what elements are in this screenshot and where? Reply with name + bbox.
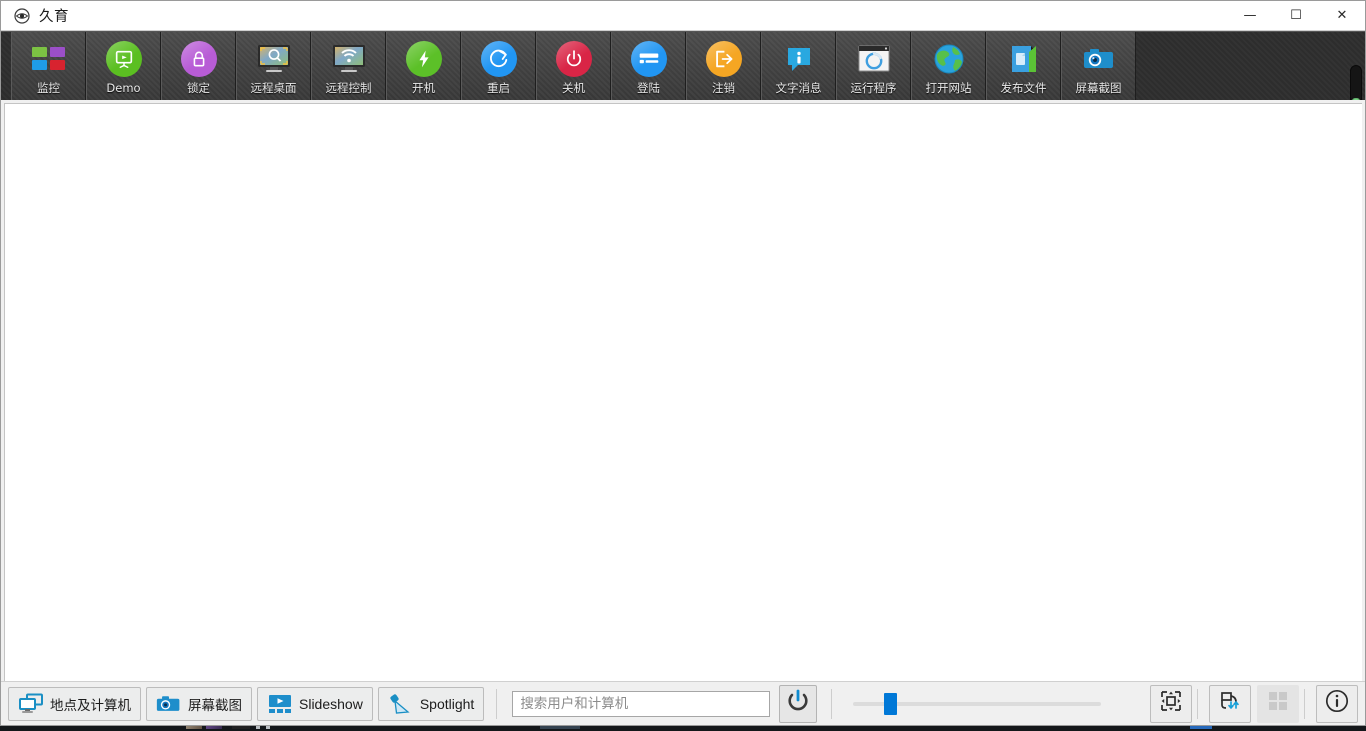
thumbnail-size-slider[interactable]	[853, 691, 1102, 717]
toolbar-item-text-message[interactable]: 文字消息	[761, 32, 836, 100]
mode-button-label: Spotlight	[419, 695, 475, 712]
toolbar-item-label: 关机	[562, 81, 585, 95]
search-group	[512, 684, 818, 723]
eye-icon	[14, 7, 30, 24]
thumbnail-size-slider-group	[853, 691, 1102, 717]
spotlight-icon	[388, 693, 414, 715]
toolbar-item-restart[interactable]: 重启	[461, 32, 536, 100]
power-icon	[785, 688, 811, 719]
search-input[interactable]	[512, 690, 771, 717]
mode-button-locations-computers[interactable]: 地点及计算机	[8, 686, 141, 721]
logout-arrow-icon	[704, 39, 744, 79]
divider	[1304, 688, 1305, 719]
toolbar-item-demo[interactable]: Demo	[86, 32, 161, 100]
grid-layout-icon	[1266, 689, 1290, 718]
sort-order-button[interactable]	[1209, 684, 1251, 723]
toolbar-item-remote-control[interactable]: 远程控制	[311, 32, 386, 100]
sort-arrows-icon	[1218, 689, 1242, 718]
toolbar-item-label: 发布文件	[1000, 81, 1047, 95]
toolbar-item-power-on[interactable]: 开机	[386, 32, 461, 100]
toolbar-item-label: 登陆	[637, 81, 660, 95]
toolbar-item-screen-capture[interactable]: 屏幕截图	[1061, 32, 1136, 100]
toolbar-item-shutdown[interactable]: 关机	[536, 32, 611, 100]
toolbar-item-label: 屏幕截图	[1075, 81, 1122, 95]
title-bar: 久育 — ☐ ✕	[1, 1, 1365, 31]
lock-icon	[179, 39, 219, 79]
screen-capture-icon	[1079, 39, 1119, 79]
mode-button-label: Slideshow	[299, 695, 363, 712]
toolbar-item-open-website[interactable]: 打开网站	[911, 32, 986, 100]
slideshow-icon	[267, 693, 293, 715]
info-icon	[1324, 688, 1350, 719]
divider	[496, 688, 498, 719]
close-button[interactable]: ✕	[1319, 1, 1365, 31]
grid-layout-button[interactable]	[1257, 684, 1299, 723]
slider-thumb[interactable]	[884, 692, 898, 715]
monitor-wifi-icon	[329, 39, 369, 79]
divider	[831, 688, 833, 719]
toolbar-item-label: 文字消息	[775, 81, 822, 95]
scrollbar-track[interactable]	[1350, 65, 1362, 100]
window-controls: — ☐ ✕	[1227, 1, 1365, 31]
power-bolt-icon	[404, 39, 444, 79]
toolbar-item-label: 监控	[37, 81, 60, 95]
info-button[interactable]	[1316, 684, 1358, 723]
fit-to-screen-button[interactable]	[1150, 684, 1192, 723]
message-info-icon	[779, 39, 819, 79]
publish-file-icon	[1004, 39, 1044, 79]
maximize-button[interactable]: ☐	[1273, 1, 1319, 31]
toolbar-item-remote-desktop[interactable]: 远程桌面	[236, 32, 311, 100]
toolbar-item-label: Demo	[106, 81, 141, 95]
toolbar-item-label: 远程桌面	[250, 81, 297, 95]
main-content-area[interactable]	[4, 103, 1362, 681]
toolbar-item-run-program[interactable]: 运行程序	[836, 32, 911, 100]
toolbar-item-label: 重启	[487, 81, 510, 95]
toolbar-item-lock[interactable]: 锁定	[161, 32, 236, 100]
main-toolbar: 监控 Demo 锁定 远程桌面 远程控制 开机 重启 关机 登陆 注销 文字消息…	[1, 31, 1365, 100]
mode-button-slideshow[interactable]: Slideshow	[257, 686, 373, 721]
monitor-search-icon	[254, 39, 294, 79]
toolbar-item-label: 打开网站	[925, 81, 972, 95]
toolbar-item-monitor[interactable]: 监控	[11, 32, 86, 100]
toolbar-item-login[interactable]: 登陆	[611, 32, 686, 100]
toolbar-item-label: 远程控制	[325, 81, 372, 95]
toolbar-vertical-scrollbar[interactable]	[1347, 32, 1365, 100]
run-program-icon	[854, 39, 894, 79]
mode-button-label: 地点及计算机	[50, 697, 131, 713]
toolbar-item-label: 注销	[712, 81, 735, 95]
power-toggle-button[interactable]	[779, 684, 818, 723]
page-title: 久育	[39, 9, 69, 25]
toolbar-item-publish-file[interactable]: 发布文件	[986, 32, 1061, 100]
presentation-icon	[104, 39, 144, 79]
toolbar-item-label: 锁定	[187, 81, 210, 95]
toolbar-item-logout[interactable]: 注销	[686, 32, 761, 100]
restart-icon	[479, 39, 519, 79]
grid-tiles-icon	[29, 39, 69, 79]
shutdown-icon	[554, 39, 594, 79]
divider	[1197, 688, 1198, 719]
toolbar-item-label: 运行程序	[850, 81, 897, 95]
toolbar-item-label: 开机	[412, 81, 435, 95]
bottom-toolbar: 地点及计算机 屏幕截图 Slideshow Spotlight 搜索用户和计算机	[1, 681, 1365, 725]
mode-button-screen-capture[interactable]: 屏幕截图	[146, 686, 252, 721]
fit-screen-icon	[1159, 689, 1183, 718]
application-window: 久育 — ☐ ✕ 监控 Demo 锁定 远程桌面 远程控制 开机 重启 关机 登…	[0, 0, 1366, 726]
mode-button-label: 屏幕截图	[188, 697, 242, 713]
screen-capture-icon	[156, 693, 182, 715]
minimize-button[interactable]: —	[1227, 1, 1273, 31]
title-bar-left: 久育	[1, 5, 69, 26]
toolbar-items: 监控 Demo 锁定 远程桌面 远程控制 开机 重启 关机 登陆 注销 文字消息…	[1, 32, 1136, 100]
mode-button-spotlight[interactable]: Spotlight	[377, 686, 485, 721]
scrollbar-thumb[interactable]	[1352, 98, 1360, 100]
computers-icon	[18, 693, 44, 715]
globe-icon	[929, 39, 969, 79]
login-card-icon	[629, 39, 669, 79]
